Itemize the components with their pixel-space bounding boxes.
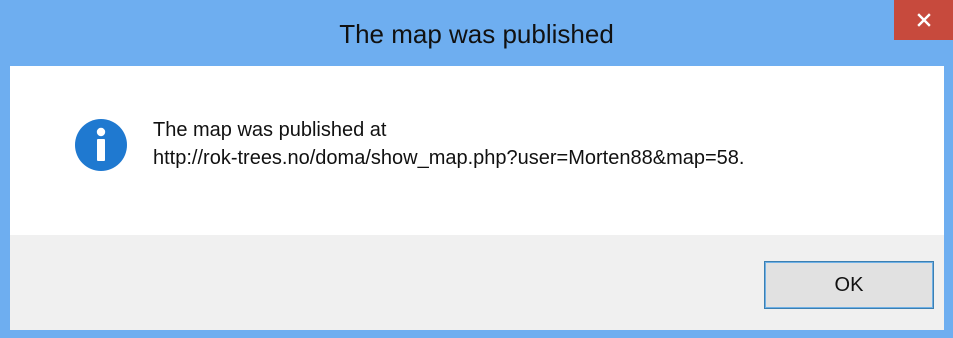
- message-text: The map was published at http://rok-tree…: [153, 116, 923, 172]
- info-icon: [75, 119, 127, 171]
- message-line-1: The map was published at: [153, 119, 387, 141]
- close-button[interactable]: [894, 0, 953, 40]
- title-bar[interactable]: The map was published: [0, 0, 953, 66]
- message-dialog-window: The map was published The map was publis…: [0, 0, 953, 338]
- message-line-2: http://rok-trees.no/doma/show_map.php?us…: [153, 147, 745, 169]
- window-title: The map was published: [339, 19, 614, 49]
- message-area: The map was published at http://rok-tree…: [10, 66, 944, 235]
- ok-button[interactable]: OK: [764, 261, 934, 309]
- window-bottom-border: [0, 330, 953, 338]
- dialog-client-area: The map was published at http://rok-tree…: [10, 66, 944, 330]
- button-bar: OK: [10, 235, 944, 330]
- close-icon: [916, 13, 931, 27]
